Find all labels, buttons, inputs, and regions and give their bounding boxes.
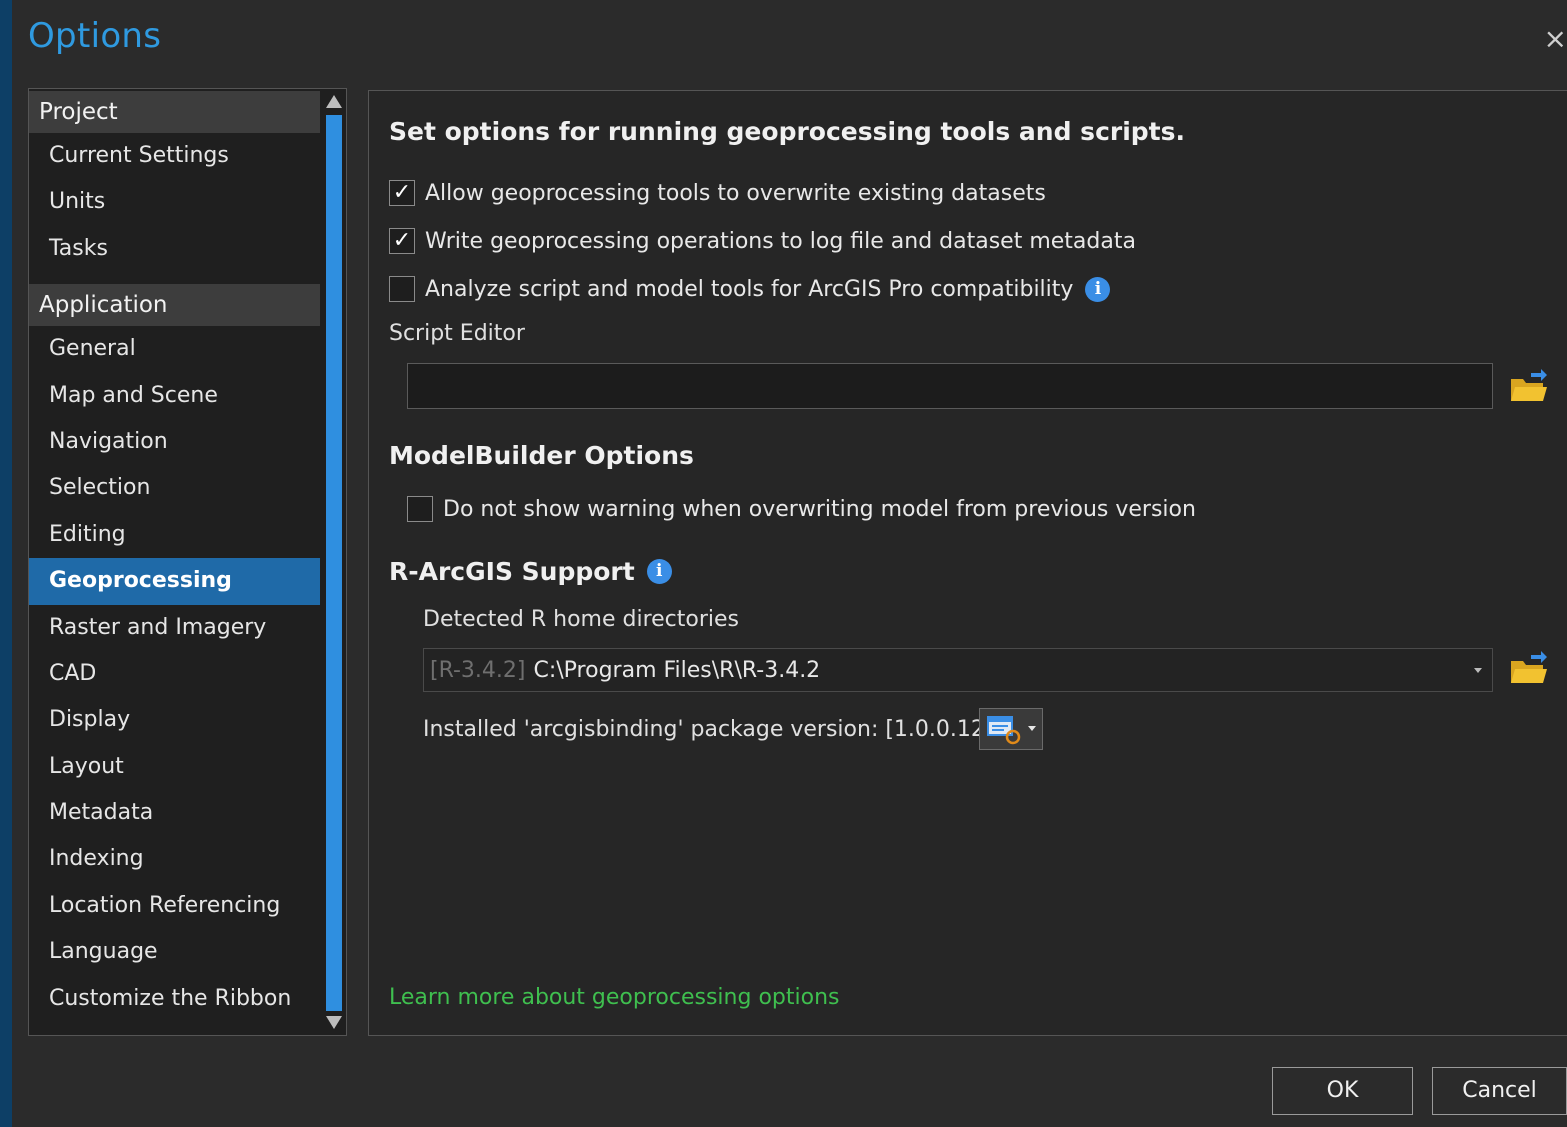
package-update-button[interactable] xyxy=(979,708,1043,750)
nav-item-cad[interactable]: CAD xyxy=(29,651,321,697)
overwrite-label: Allow geoprocessing tools to overwrite e… xyxy=(425,180,1046,206)
panel-heading: Set options for running geoprocessing to… xyxy=(389,117,1186,146)
check-icon: ✓ xyxy=(392,180,412,205)
r-support-heading: R-ArcGIS Support xyxy=(389,557,635,586)
detected-r-label: Detected R home directories xyxy=(423,607,740,632)
learn-more-link[interactable]: Learn more about geoprocessing options xyxy=(389,985,839,1010)
cancel-button[interactable]: Cancel xyxy=(1432,1067,1567,1115)
modelbuilder-label: Do not show warning when overwriting mod… xyxy=(443,496,1196,522)
modelbuilder-option[interactable]: Do not show warning when overwriting mod… xyxy=(407,493,1196,525)
nav-item-general[interactable]: General xyxy=(29,326,321,372)
nav-item-location-referencing[interactable]: Location Referencing xyxy=(29,883,321,929)
modelbuilder-heading: ModelBuilder Options xyxy=(389,441,694,470)
nav-item-customize-the-ribbon[interactable]: Customize the Ribbon xyxy=(29,976,321,1022)
ok-button[interactable]: OK xyxy=(1272,1067,1413,1115)
refresh-package-icon xyxy=(987,716,1036,745)
analyze-label: Analyze script and model tools for ArcGI… xyxy=(425,276,1074,302)
analyze-option[interactable]: Analyze script and model tools for ArcGI… xyxy=(389,273,1111,305)
nav-item-layout[interactable]: Layout xyxy=(29,744,321,790)
close-icon[interactable]: × xyxy=(1527,14,1567,64)
nav-item-navigation[interactable]: Navigation xyxy=(29,419,321,465)
nav-list: Project Current Settings Units Tasks App… xyxy=(29,89,321,1035)
modelbuilder-checkbox[interactable] xyxy=(407,496,433,522)
r-home-select[interactable]: [R-3.4.2] C:\Program Files\R\R-3.4.2 xyxy=(423,648,1493,692)
script-editor-input[interactable] xyxy=(407,363,1493,409)
info-icon[interactable]: i xyxy=(1085,276,1111,302)
package-version-label: Installed 'arcgisbinding' package versio… xyxy=(423,717,1008,742)
log-checkbox[interactable]: ✓ xyxy=(389,228,415,254)
log-label: Write geoprocessing operations to log fi… xyxy=(425,228,1136,254)
nav-group-application: Application xyxy=(29,284,321,327)
analyze-checkbox[interactable] xyxy=(389,276,415,302)
dropdown-arrow-icon[interactable] xyxy=(1474,668,1482,673)
overwrite-checkbox[interactable]: ✓ xyxy=(389,180,415,206)
nav-scrollbar[interactable] xyxy=(320,89,346,1035)
nav-item-display[interactable]: Display xyxy=(29,697,321,743)
nav-item-metadata[interactable]: Metadata xyxy=(29,790,321,836)
r-home-path: C:\Program Files\R\R-3.4.2 xyxy=(533,657,821,683)
dialog-title: Options xyxy=(28,16,162,56)
nav-item-current-settings[interactable]: Current Settings xyxy=(29,133,321,179)
nav-item-raster-and-imagery[interactable]: Raster and Imagery xyxy=(29,605,321,651)
scroll-up-icon[interactable] xyxy=(326,95,342,108)
folder-open-icon[interactable] xyxy=(1509,651,1549,687)
scroll-thumb[interactable] xyxy=(326,115,342,1011)
script-editor-label: Script Editor xyxy=(389,321,525,346)
options-nav: Project Current Settings Units Tasks App… xyxy=(28,88,347,1036)
nav-item-language[interactable]: Language xyxy=(29,929,321,975)
nav-item-indexing[interactable]: Indexing xyxy=(29,836,321,882)
info-icon[interactable]: i xyxy=(646,559,672,584)
options-dialog: Options × Project Current Settings Units… xyxy=(12,0,1567,1127)
check-icon: ✓ xyxy=(392,228,412,253)
nav-group-project: Project xyxy=(29,91,321,133)
r-support-section: R-ArcGIS Support i xyxy=(389,557,672,586)
log-option[interactable]: ✓ Write geoprocessing operations to log … xyxy=(389,225,1136,257)
geoprocessing-panel: Set options for running geoprocessing to… xyxy=(368,90,1567,1036)
nav-item-editing[interactable]: Editing xyxy=(29,512,321,558)
folder-open-icon[interactable] xyxy=(1509,369,1549,405)
nav-item-units[interactable]: Units xyxy=(29,179,321,225)
overwrite-option[interactable]: ✓ Allow geoprocessing tools to overwrite… xyxy=(389,177,1046,209)
nav-item-geoprocessing[interactable]: Geoprocessing xyxy=(29,558,321,605)
nav-item-tasks[interactable]: Tasks xyxy=(29,226,321,272)
scroll-down-icon[interactable] xyxy=(326,1016,342,1029)
r-version-tag: [R-3.4.2] xyxy=(430,657,526,683)
nav-item-map-and-scene[interactable]: Map and Scene xyxy=(29,373,321,419)
nav-item-selection[interactable]: Selection xyxy=(29,465,321,511)
